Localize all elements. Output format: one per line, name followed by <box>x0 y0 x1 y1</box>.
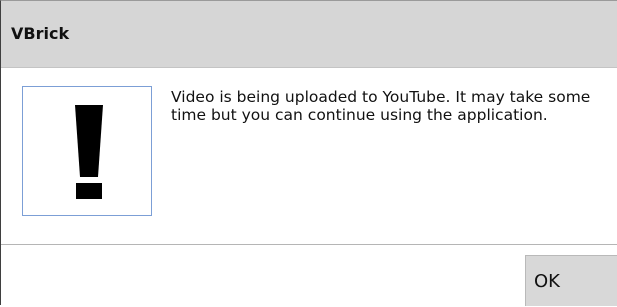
exclamation-icon <box>75 105 103 199</box>
ok-button[interactable]: OK <box>525 255 617 306</box>
dialog-message: Video is being uploaded to YouTube. It m… <box>171 88 591 124</box>
vbrick-dialog: VBrick Video is being uploaded to YouTub… <box>0 0 617 306</box>
dialog-separator <box>1 244 617 245</box>
dialog-title: VBrick <box>11 24 70 43</box>
dialog-title-bar: VBrick <box>1 1 617 68</box>
icon-frame <box>22 86 152 216</box>
